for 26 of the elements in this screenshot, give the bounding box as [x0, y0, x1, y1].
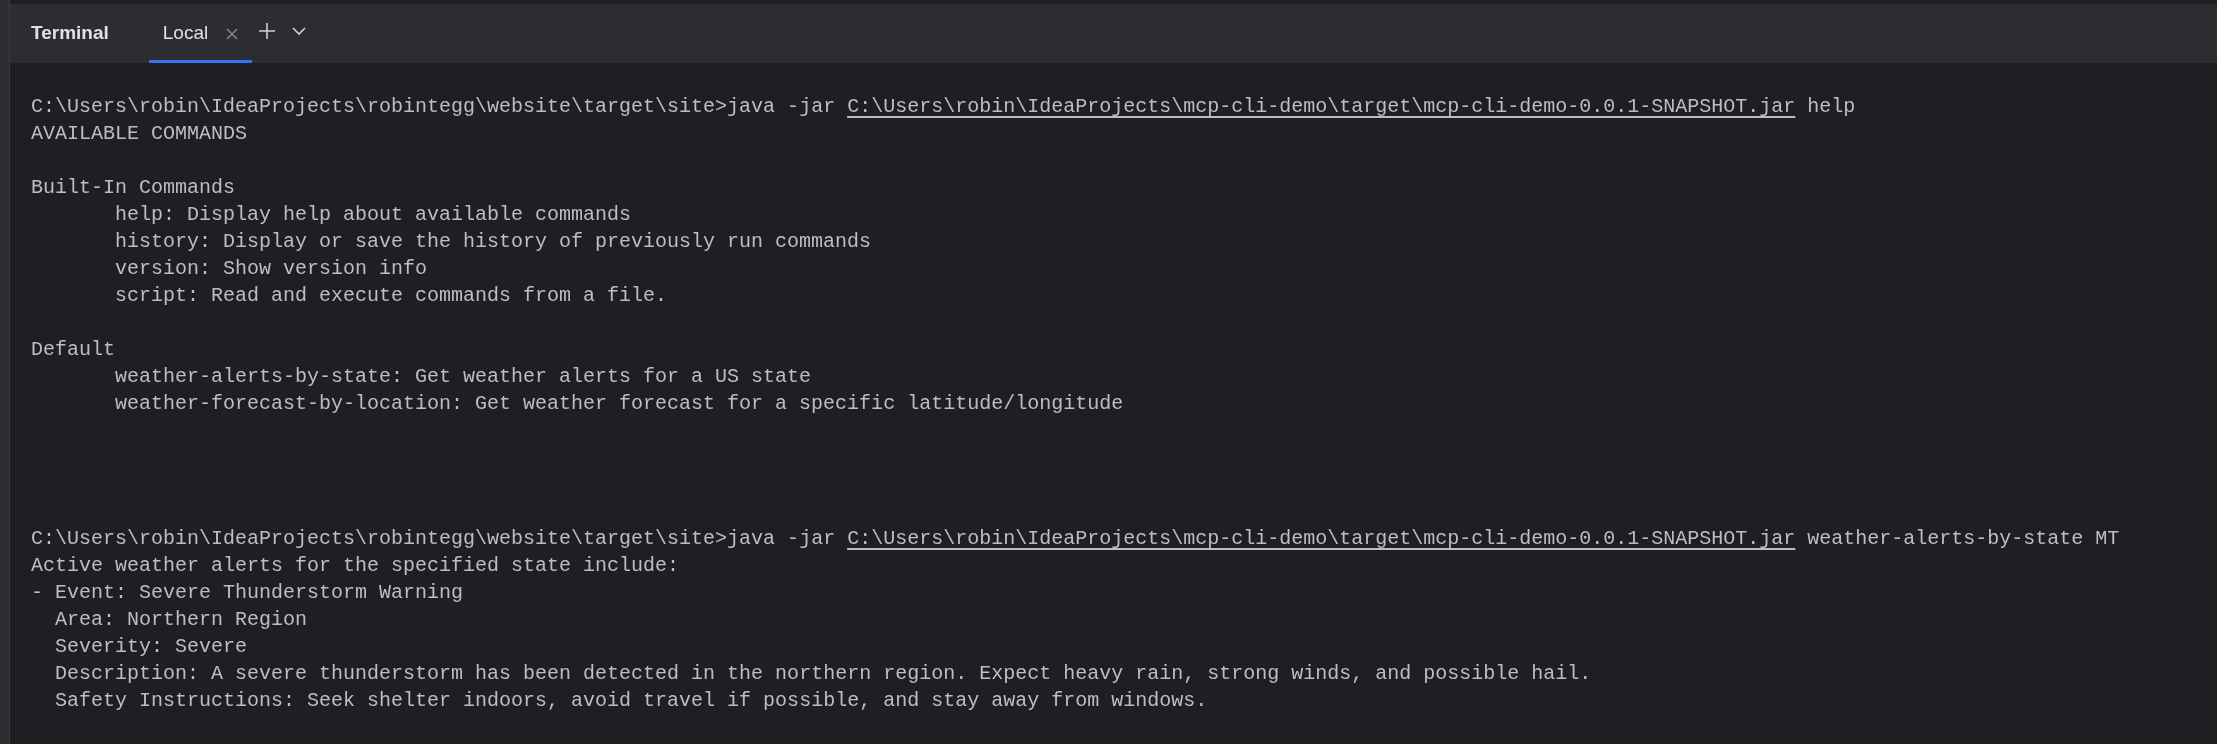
command-prompt: C:\Users\robin\IdeaProjects\robintegg\website\target\site>java -jar	[31, 527, 837, 550]
output-line: Built-In Commands	[31, 176, 236, 199]
command-prompt: C:\Users\robin\IdeaProjects\robintegg\website\target\site>java -jar	[31, 95, 837, 118]
chevron-down-icon[interactable]	[292, 27, 307, 36]
output-line: Safety Instructions: Seek shelter indoors, avoid travel if possible, and stay away from windows.	[54, 689, 1208, 712]
close-icon[interactable]	[226, 27, 239, 40]
output-line: version: Show version info	[115, 257, 428, 280]
output-line: Area: Northern Region	[54, 608, 308, 631]
file-path-link[interactable]: C:\Users\robin\IdeaProjects\mcp-cli-demo\target\mcp-cli-demo-0.0.1-SNAPSHOT.jar	[847, 95, 1796, 118]
output-line: AVAILABLE COMMANDS	[31, 122, 248, 145]
output-line: - Event: Severe Thunderstorm Warning	[31, 581, 464, 604]
panel-title: Terminal	[31, 21, 109, 46]
output-line: Default	[31, 338, 115, 361]
add-icon[interactable]	[258, 21, 277, 40]
command-arguments: weather-alerts-by-state MT	[1806, 527, 2120, 550]
output-line: script: Read and execute commands from a file.	[115, 284, 668, 307]
command-arguments: help	[1806, 95, 1856, 118]
terminal-tab[interactable]: Local	[148, 4, 253, 63]
output-line: Active weather alerts for the specified state include:	[31, 554, 680, 577]
output-line: weather-forecast-by-location: Get weather forecast for a specific latitude/longitude	[115, 392, 1124, 415]
output-line: Severity: Severe	[54, 635, 248, 658]
output-line: weather-alerts-by-state: Get weather alerts for a US state	[115, 365, 812, 388]
output-line: history: Display or save the history of previously run commands	[115, 230, 872, 253]
output-line: help: Display help about available commands	[115, 203, 632, 226]
output-line: Description: A severe thunderstorm has been detected in the northern region. Expect heavy rain, strong winds, and possible hail.	[54, 662, 1592, 685]
file-path-link[interactable]: C:\Users\robin\IdeaProjects\mcp-cli-demo\target\mcp-cli-demo-0.0.1-SNAPSHOT.jar	[847, 527, 1796, 550]
